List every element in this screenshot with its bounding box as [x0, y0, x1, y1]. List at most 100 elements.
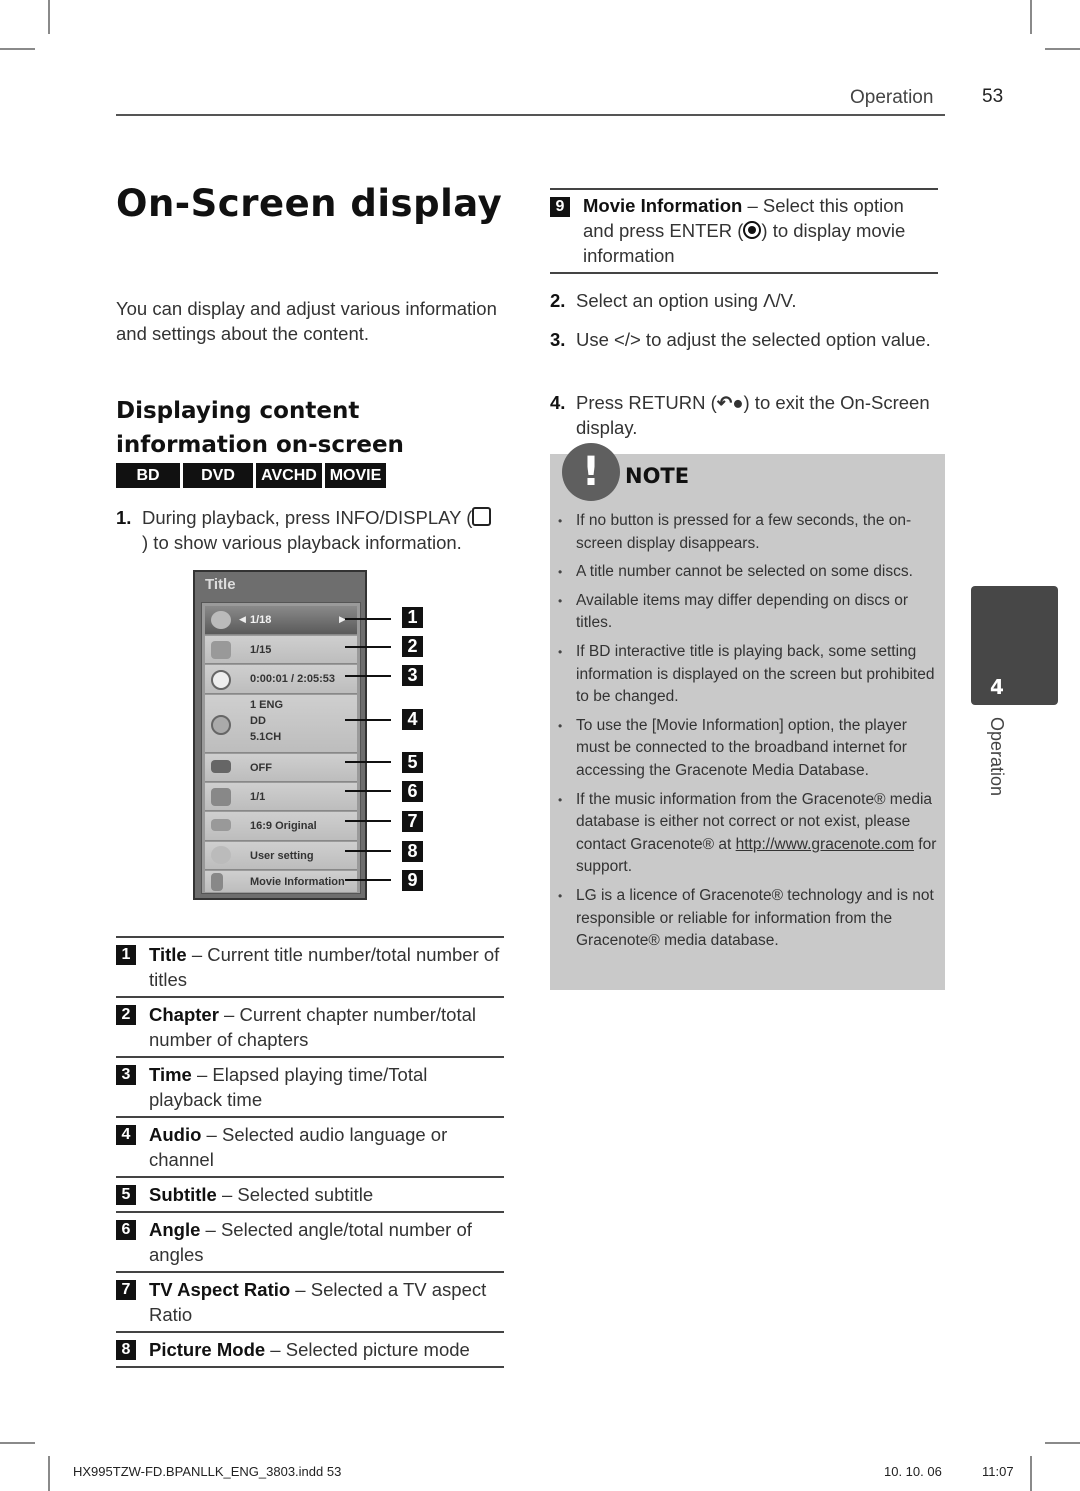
definition-item: 5 Subtitle – Selected subtitle: [116, 1176, 504, 1211]
step-number: 1.: [116, 507, 132, 528]
definition-term: Subtitle: [149, 1184, 217, 1205]
return-icon: ↶●: [716, 392, 744, 413]
callout-7: 7: [402, 811, 423, 832]
step-4: 4. Press RETURN (↶●) to exit the On-Scre…: [550, 390, 940, 440]
callout-9: 9: [402, 870, 423, 891]
footer-filename: HX995TZW-FD.BPANLLK_ENG_3803.indd 53: [73, 1464, 342, 1479]
callout-line: [345, 879, 391, 881]
crop-mark: [48, 1456, 50, 1491]
definition-number: 5: [116, 1185, 136, 1205]
osd-value: User setting: [250, 850, 314, 862]
crop-mark: [1030, 1456, 1032, 1491]
callout-line: [345, 820, 391, 822]
camera-angle-icon: [211, 788, 231, 806]
header-rule: [116, 114, 945, 116]
definition-number: 1: [116, 945, 136, 965]
osd-value: 16:9 Original: [250, 820, 317, 832]
definition-term: Angle: [149, 1219, 201, 1240]
crop-mark: [0, 1442, 35, 1444]
callout-3: 3: [402, 665, 423, 686]
definition-number: 2: [116, 1005, 136, 1025]
definition-list: 1 Title – Current title number/total numb…: [116, 936, 504, 1368]
note-item: If no button is pressed for a few second…: [556, 510, 941, 555]
step-text: Select an option using Λ/V.: [576, 290, 797, 311]
callout-line: [345, 719, 391, 721]
note-list: If no button is pressed for a few second…: [556, 510, 941, 959]
osd-value: 1/18: [250, 614, 272, 626]
note-item: If the music information from the Gracen…: [556, 789, 941, 879]
osd-value: 1/1: [250, 791, 266, 803]
header-page-number: 53: [982, 86, 1004, 107]
osd-value: 5.1CH: [250, 731, 282, 743]
callout-line: [345, 761, 391, 763]
page-title: On-Screen display: [116, 182, 503, 225]
callout-line: [345, 675, 391, 677]
osd-value: 1/15: [250, 644, 272, 656]
definition-desc: – Current title number/total number of t…: [149, 944, 500, 990]
badge-bd: BD: [116, 463, 180, 488]
step-2: 2. Select an option using Λ/V.: [550, 288, 940, 313]
step-number: 4.: [550, 392, 566, 413]
definition-term: Picture Mode: [149, 1339, 266, 1360]
definition-number: 3: [116, 1065, 136, 1085]
definition-term: Chapter: [149, 1004, 219, 1025]
definition-item: 3 Time – Elapsed playing time/Total playb…: [116, 1056, 504, 1116]
media-badges: BD DVD AVCHD MOVIE: [116, 463, 386, 488]
clock-icon: [211, 670, 231, 690]
callout-4: 4: [402, 709, 423, 730]
definition-item-9: 9 Movie Information – Select this option …: [550, 188, 938, 274]
definition-item: 8 Picture Mode – Selected picture mode: [116, 1331, 504, 1368]
left-arrow-icon: ◀: [239, 615, 246, 625]
clapperboard-icon: [211, 641, 231, 659]
osd-row-time: 0:00:01 / 2:05:53: [205, 665, 357, 694]
movie-info-icon: [211, 873, 223, 891]
gracenote-link[interactable]: http://www.gracenote.com: [736, 836, 914, 853]
osd-row-angle: 1/1: [205, 783, 357, 811]
section-heading: Displaying content information on-screen: [116, 398, 404, 458]
step-3: 3. Use </> to adjust the selected option…: [550, 327, 940, 352]
osd-row-picture-mode: User setting: [205, 842, 357, 870]
crop-mark: [0, 48, 35, 50]
definition-number: 9: [550, 197, 570, 217]
osd-title: Title: [205, 576, 236, 593]
osd-row-audio: 1 ENG DD 5.1CH: [205, 695, 357, 753]
callout-line: [345, 850, 391, 852]
definition-item: 4 Audio – Selected audio language or chan…: [116, 1116, 504, 1176]
callout-1: 1: [402, 607, 423, 628]
step-1: 1. During playback, press INFO/DISPLAY (…: [116, 505, 496, 555]
subtitle-icon: [211, 760, 231, 773]
osd-row-chapter: 1/15: [205, 636, 357, 664]
definition-term: Movie Information: [583, 195, 743, 216]
crop-mark: [1045, 48, 1080, 50]
definition-term: Audio: [149, 1124, 202, 1145]
callout-line: [345, 618, 391, 620]
palette-icon: [211, 846, 231, 864]
definition-number: 6: [116, 1220, 136, 1240]
crop-mark: [1030, 0, 1032, 34]
osd-row-title: ◀ 1/18 ▶: [205, 606, 357, 635]
definition-desc: – Selected subtitle: [216, 1184, 374, 1205]
note-item: Available items may differ depending on …: [556, 590, 941, 635]
step-number: 2.: [550, 290, 566, 311]
aspect-ratio-icon: [211, 819, 231, 831]
definition-item: 7 TV Aspect Ratio – Selected a TV aspect …: [116, 1271, 504, 1331]
definition-desc: – Selected picture mode: [265, 1339, 470, 1360]
enter-icon: [743, 221, 762, 239]
crop-mark: [48, 0, 50, 34]
intro-paragraph: You can display and adjust various infor…: [116, 298, 497, 344]
definition-number: 7: [116, 1280, 136, 1300]
callout-6: 6: [402, 781, 423, 802]
osd-value: Movie Information: [250, 876, 345, 888]
osd-value: OFF: [250, 762, 272, 774]
osd-row-aspect: 16:9 Original: [205, 812, 357, 841]
header-section-name: Operation: [850, 87, 934, 108]
step-text: Use </> to adjust the selected option va…: [576, 329, 931, 350]
badge-dvd: DVD: [183, 463, 253, 488]
speaker-icon: [211, 715, 231, 735]
definition-item: 6 Angle – Selected angle/total number of …: [116, 1211, 504, 1271]
callout-8: 8: [402, 841, 423, 862]
badge-movie: MOVIE: [325, 463, 386, 488]
dolby-digital-icon: DD: [250, 715, 266, 727]
osd-value: 0:00:01 / 2:05:53: [250, 673, 335, 685]
chapter-label: Operation: [987, 717, 1007, 797]
